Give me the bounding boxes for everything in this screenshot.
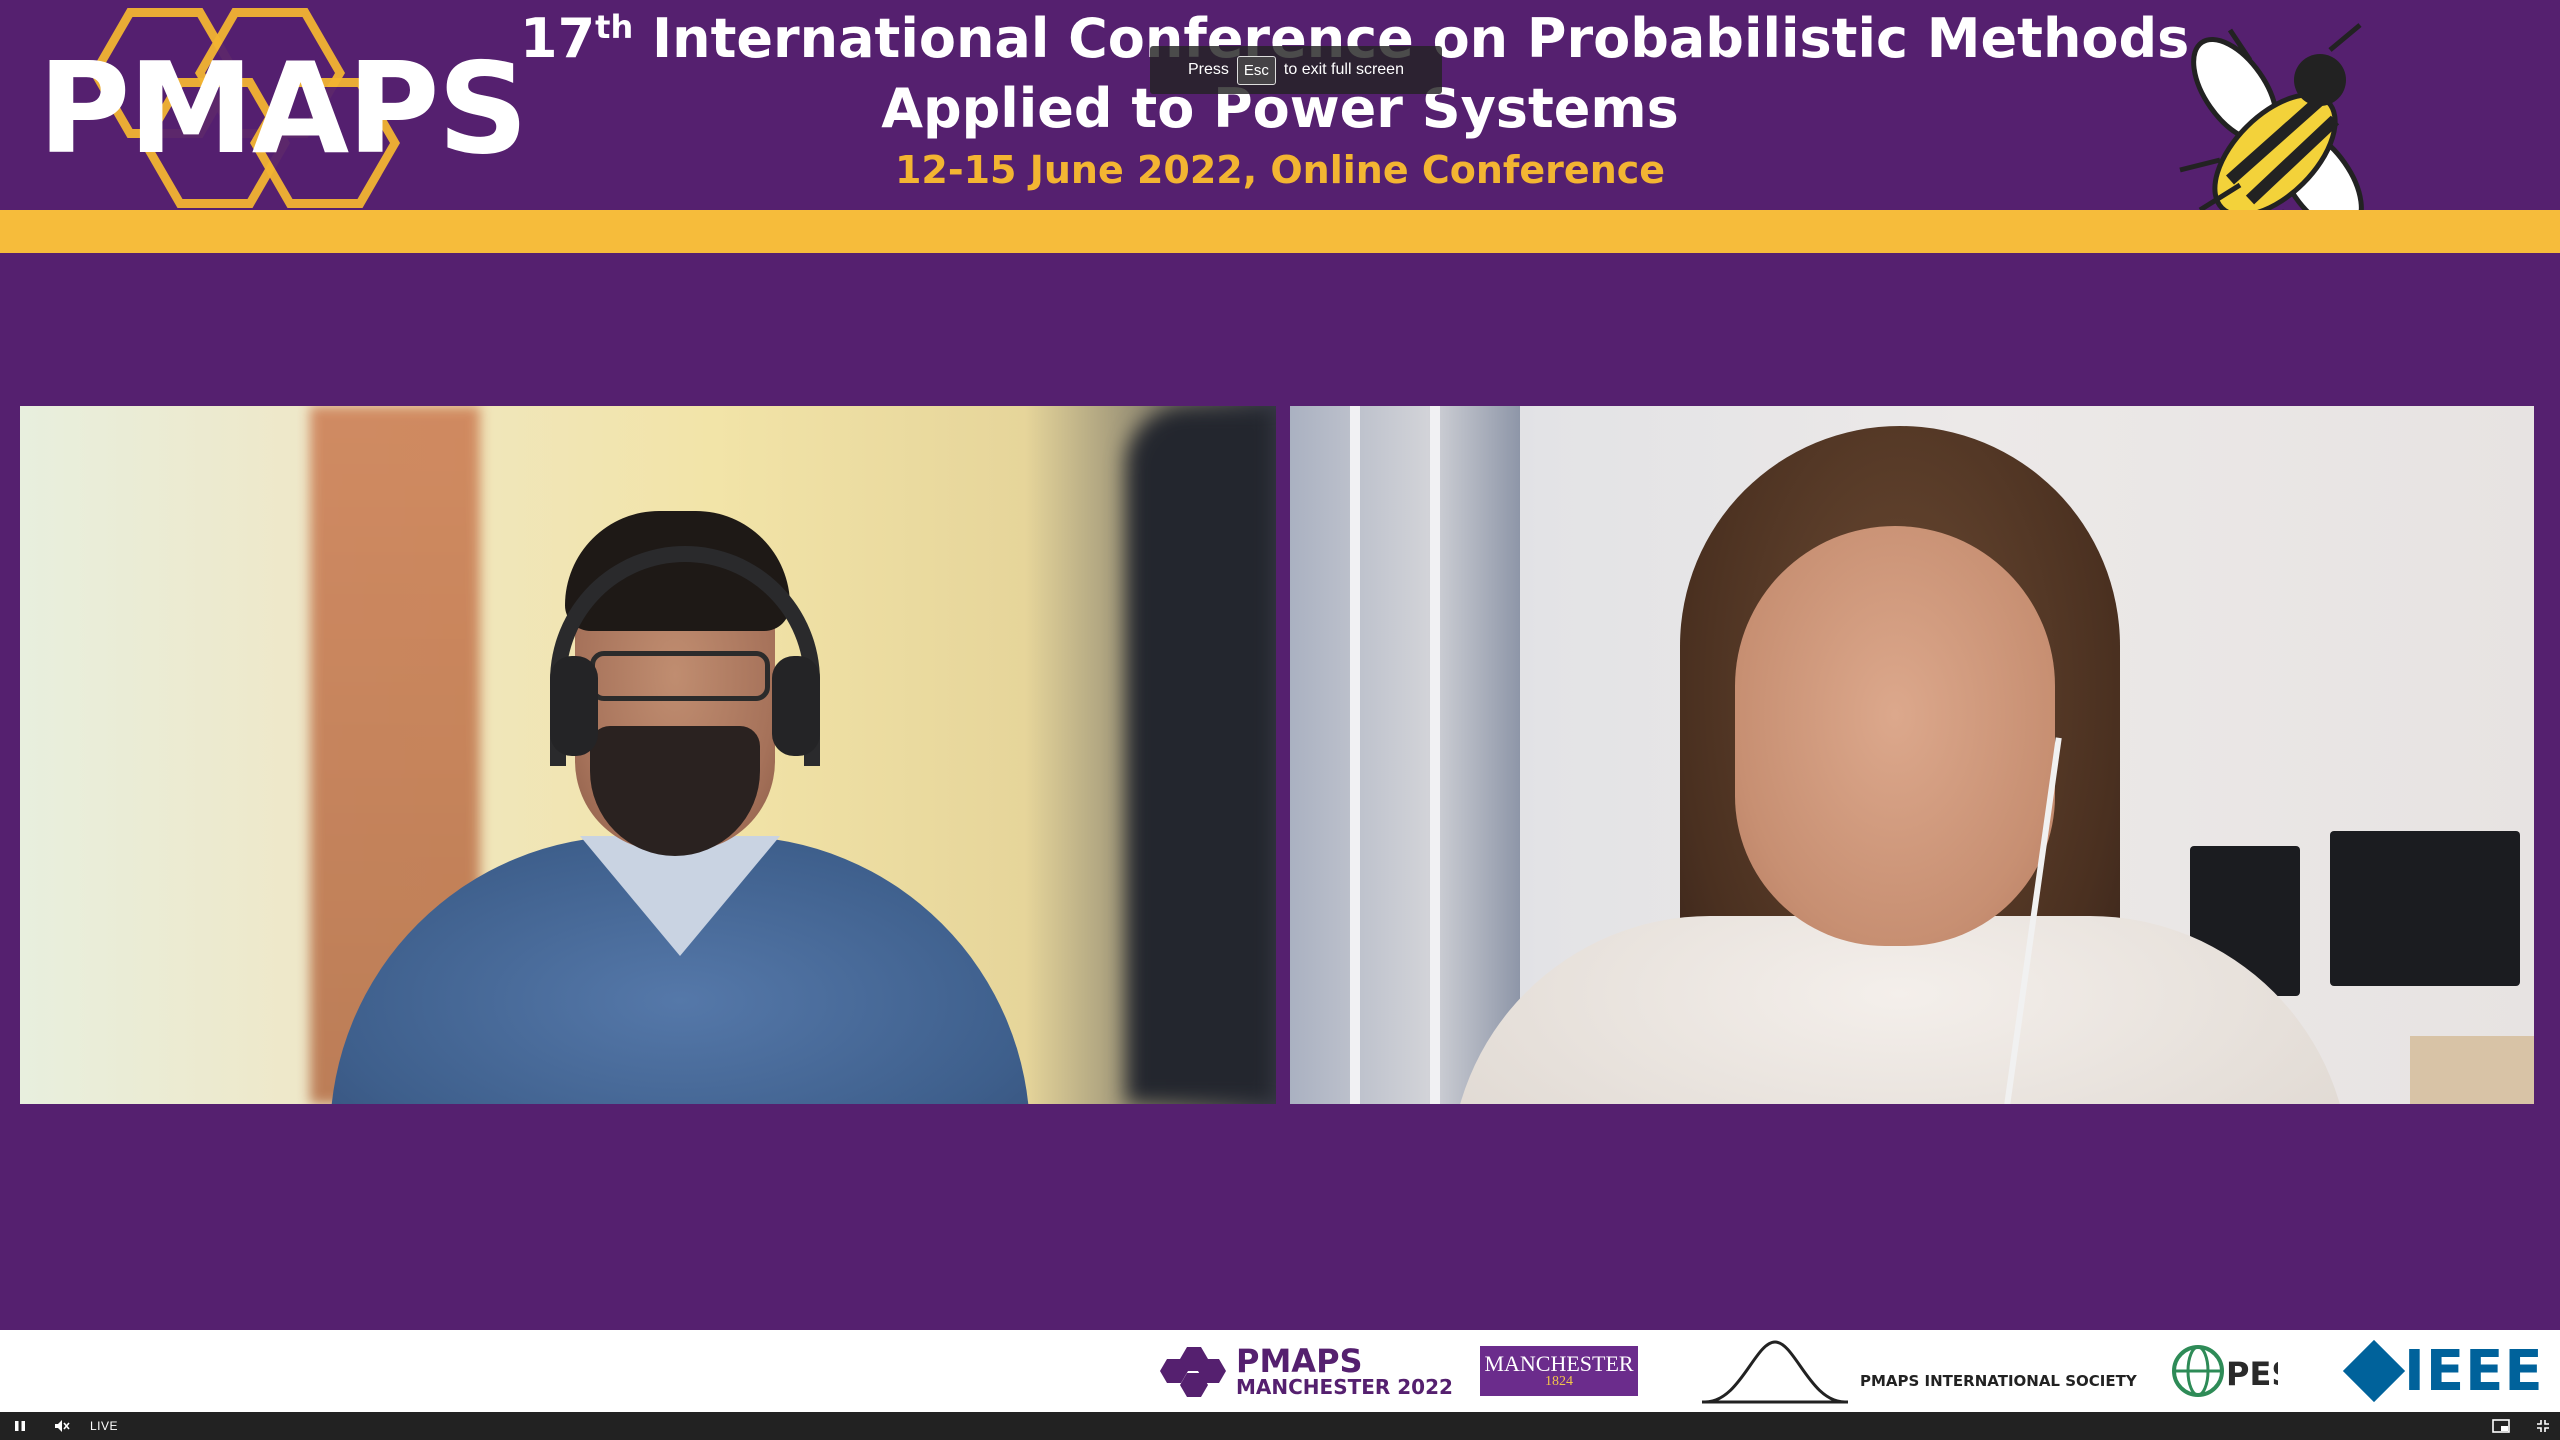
esc-key: Esc — [1236, 55, 1276, 85]
sponsor-pmaps-sub: MANCHESTER 2022 — [1236, 1375, 1453, 1399]
sponsor-ieee-name: IEEE — [2404, 1338, 2544, 1404]
participant-face — [1735, 526, 2055, 946]
unmute-button[interactable] — [44, 1412, 80, 1440]
sponsor-manchester-year: 1824 — [1545, 1374, 1573, 1389]
sponsor-pmaps-manchester: PMAPS MANCHESTER 2022 — [1160, 1330, 1453, 1412]
sponsor-ieee: IEEE — [2342, 1330, 2544, 1412]
banner-accent-strip — [0, 210, 2560, 253]
headphone-earcup-right — [772, 656, 820, 756]
muted-speaker-icon — [55, 1420, 70, 1432]
sponsor-ieee-pes: PES — [2168, 1330, 2278, 1412]
sponsor-manchester-name: MANCHESTER — [1484, 1351, 1634, 1376]
sponsor-pmaps-name: PMAPS — [1236, 1342, 1363, 1380]
globe-icon: PES — [2172, 1345, 2278, 1397]
conference-title: 17th International Conference on Probabi… — [520, 0, 2189, 192]
live-indicator: LIVE — [90, 1419, 119, 1433]
stream-stage: PMAPS 17th International Conference on P… — [0, 0, 2560, 1440]
hint-prefix: Press — [1188, 61, 1229, 78]
logo-text: PMAPS — [38, 35, 528, 182]
hint-suffix: to exit full screen — [1283, 61, 1404, 78]
bell-curve-logo-icon — [1702, 1340, 1848, 1404]
sponsor-pmaps-society: PMAPS INTERNATIONAL SOCIETY — [1700, 1330, 2137, 1412]
sponsor-pes-name: PES — [2226, 1355, 2278, 1393]
exit-fullscreen-button[interactable] — [2536, 1412, 2550, 1440]
sponsor-bar: PMAPS MANCHESTER 2022 MANCHESTER 1824 PM… — [0, 1330, 2560, 1412]
picture-in-picture-button[interactable] — [2492, 1412, 2510, 1440]
fullscreen-exit-hint: Press Esc to exit full screen — [1150, 46, 1442, 94]
headphone-earcup-left — [550, 656, 598, 756]
conference-dates: 12-15 June 2022, Online Conference — [894, 148, 1666, 192]
sponsor-university-of-manchester: MANCHESTER 1824 — [1480, 1330, 1638, 1412]
video-tile-participant-1[interactable] — [20, 406, 1276, 1104]
sponsor-society-name: PMAPS INTERNATIONAL SOCIETY — [1860, 1372, 2137, 1390]
background-monitor-2 — [2330, 831, 2520, 986]
conference-banner: PMAPS 17th International Conference on P… — [0, 0, 2560, 241]
background-shadow — [1126, 406, 1276, 1104]
exit-fullscreen-icon — [2537, 1420, 2549, 1432]
window-frame — [1350, 406, 1440, 1104]
pause-button[interactable] — [10, 1412, 30, 1440]
pmaps-logo: PMAPS — [30, 8, 528, 208]
pause-icon — [15, 1421, 25, 1431]
hexagon-logo-icon — [1160, 1343, 1226, 1399]
player-control-bar: LIVE — [0, 1412, 2560, 1440]
ieee-diamond-icon — [2342, 1339, 2406, 1403]
background-desk — [2410, 1036, 2534, 1104]
video-tile-participant-2[interactable] — [1290, 406, 2534, 1104]
picture-in-picture-icon — [2492, 1419, 2510, 1433]
